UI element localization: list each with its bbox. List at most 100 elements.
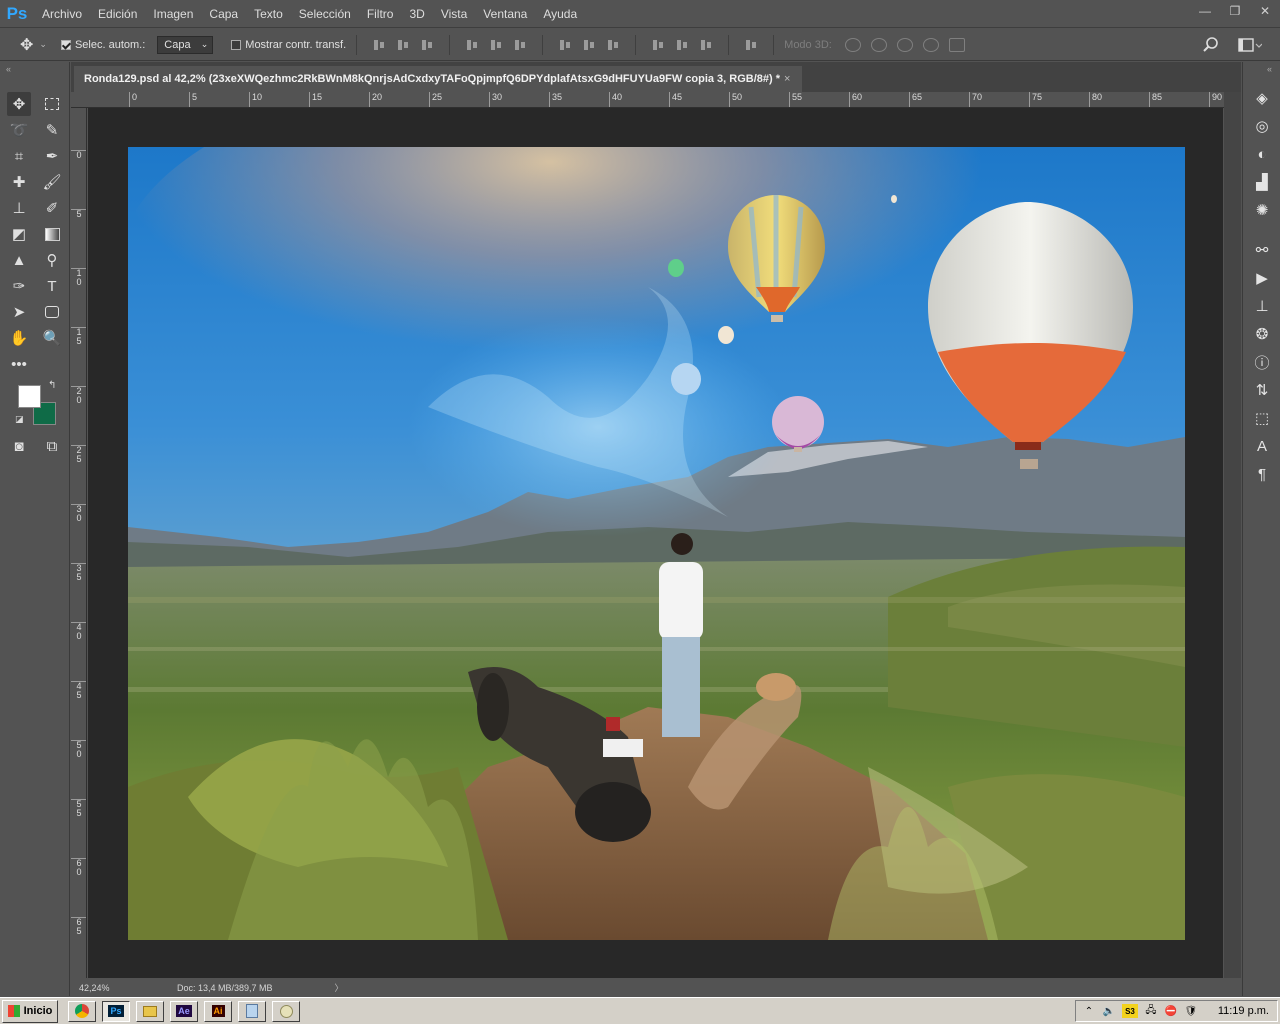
menu-imagen[interactable]: Imagen bbox=[145, 0, 201, 28]
menu-seleccion[interactable]: Selección bbox=[291, 0, 359, 28]
info-panel-icon[interactable]: ⓘ bbox=[1252, 352, 1272, 372]
swap-colors-icon[interactable]: ↰ bbox=[48, 380, 56, 391]
align-bottom-icon[interactable] bbox=[420, 38, 434, 52]
expand-panels-icon[interactable]: « bbox=[1267, 64, 1272, 74]
lasso-tool-icon[interactable]: ➰ bbox=[7, 118, 31, 142]
illustrator-taskbar-button[interactable]: Ai bbox=[204, 1000, 232, 1022]
path-selection-tool-icon[interactable]: ➤ bbox=[7, 300, 31, 324]
gradient-tool-icon[interactable] bbox=[40, 222, 64, 246]
photoshop-taskbar-button[interactable]: Ps bbox=[102, 1000, 130, 1022]
show-transform-checkbox[interactable]: Mostrar contr. transf. bbox=[231, 29, 346, 61]
zoom-level-field[interactable]: 42,24% bbox=[71, 983, 121, 993]
histogram-panel-icon[interactable]: ▟ bbox=[1252, 172, 1272, 192]
adjustments-panel-icon[interactable]: ◐ bbox=[1252, 144, 1272, 164]
move-tool-icon[interactable]: ✥ bbox=[7, 92, 31, 116]
auto-select-target-dropdown[interactable]: Capa ⌄ bbox=[157, 35, 214, 54]
explorer-icon[interactable] bbox=[136, 1000, 164, 1022]
zoom-tool-icon[interactable]: 🔍 bbox=[40, 326, 64, 350]
actions-panel-icon[interactable]: ▶ bbox=[1252, 268, 1272, 288]
auto-select-checkbox[interactable]: Selec. autom.: bbox=[60, 29, 145, 61]
auto-align-icon[interactable] bbox=[744, 38, 758, 52]
foreground-color-swatch[interactable] bbox=[18, 385, 41, 408]
chrome-icon[interactable] bbox=[68, 1000, 96, 1022]
distribute-vcenter-icon[interactable] bbox=[582, 38, 596, 52]
volume-icon[interactable]: 🔈 bbox=[1102, 1004, 1116, 1018]
close-tab-icon[interactable]: × bbox=[784, 66, 790, 92]
status-menu-arrow-icon[interactable]: 〉 bbox=[335, 981, 344, 994]
tray-badge-icon[interactable]: S3 bbox=[1122, 1004, 1138, 1018]
history-panel-icon[interactable]: ⇅ bbox=[1252, 380, 1272, 400]
system-clock[interactable]: 11:19 p.m. bbox=[1218, 1005, 1269, 1017]
menu-filtro[interactable]: Filtro bbox=[359, 0, 402, 28]
rectangle-tool-icon[interactable] bbox=[40, 300, 64, 324]
menu-ayuda[interactable]: Ayuda bbox=[535, 0, 585, 28]
slide-3d-icon[interactable] bbox=[922, 37, 939, 52]
align-right-icon[interactable] bbox=[513, 38, 527, 52]
clone-source-panel-icon[interactable]: ⊥ bbox=[1252, 296, 1272, 316]
scale-3d-icon[interactable] bbox=[948, 37, 965, 52]
more-tools-icon[interactable]: ••• bbox=[7, 352, 31, 376]
roll-3d-icon[interactable] bbox=[870, 37, 887, 52]
paths-panel-icon[interactable]: ⚯ bbox=[1252, 240, 1272, 260]
align-left-icon[interactable] bbox=[465, 38, 479, 52]
align-top-icon[interactable] bbox=[372, 38, 386, 52]
paragraph-panel-icon[interactable]: ¶ bbox=[1252, 464, 1272, 484]
menu-ventana[interactable]: Ventana bbox=[475, 0, 535, 28]
quick-mask-icon[interactable]: ◙ bbox=[7, 434, 31, 458]
channels-panel-icon[interactable]: ❂ bbox=[1252, 324, 1272, 344]
security-alert-icon[interactable]: ⛔ bbox=[1164, 1004, 1178, 1018]
menu-3d[interactable]: 3D bbox=[401, 0, 432, 28]
history-brush-tool-icon[interactable]: ✐ bbox=[40, 196, 64, 220]
type-tool-icon[interactable]: T bbox=[40, 274, 64, 298]
start-button[interactable]: Inicio bbox=[2, 999, 58, 1023]
character-panel-icon[interactable]: A bbox=[1252, 436, 1272, 456]
close-icon[interactable]: ✕ bbox=[1250, 0, 1280, 22]
dodge-tool-icon[interactable]: ⚲ bbox=[40, 248, 64, 272]
vertical-scrollbar[interactable] bbox=[1224, 92, 1241, 978]
minimize-icon[interactable]: — bbox=[1190, 0, 1220, 22]
healing-brush-tool-icon[interactable]: ✚ bbox=[7, 170, 31, 194]
document-canvas[interactable] bbox=[128, 147, 1185, 940]
align-vcenter-icon[interactable] bbox=[396, 38, 410, 52]
3d-panel-icon[interactable]: ⬚ bbox=[1252, 408, 1272, 428]
layers-panel-icon[interactable]: ◈ bbox=[1252, 88, 1272, 108]
eyedropper-tool-icon[interactable]: ✒ bbox=[40, 144, 64, 168]
network-icon[interactable]: 🖧 bbox=[1144, 1004, 1158, 1018]
tray-expand-icon[interactable]: ⌃ bbox=[1082, 1004, 1096, 1018]
navigator-panel-icon[interactable]: ✺ bbox=[1252, 200, 1272, 220]
hand-tool-icon[interactable]: ✋ bbox=[7, 326, 31, 350]
quick-selection-tool-icon[interactable]: ✎ bbox=[40, 118, 64, 142]
marquee-tool-icon[interactable] bbox=[40, 92, 64, 116]
document-tab[interactable]: Ronda129.psd al 42,2% (23xeXWQezhmc2RkBW… bbox=[74, 66, 802, 92]
workspace-switcher-icon[interactable] bbox=[1238, 29, 1262, 61]
screen-mode-icon[interactable]: ⧉ bbox=[40, 434, 64, 458]
after-effects-taskbar-button[interactable]: Ae bbox=[170, 1000, 198, 1022]
menu-edicion[interactable]: Edición bbox=[90, 0, 145, 28]
menu-archivo[interactable]: Archivo bbox=[34, 0, 90, 28]
menu-capa[interactable]: Capa bbox=[201, 0, 246, 28]
move-tool-preset[interactable]: ✥ ⌄ bbox=[20, 29, 47, 61]
brush-tool-icon[interactable]: 🖌 bbox=[40, 170, 64, 194]
distribute-top-icon[interactable] bbox=[558, 38, 572, 52]
restore-icon[interactable]: ❐ bbox=[1220, 0, 1250, 22]
distribute-hcenter-icon[interactable] bbox=[675, 38, 689, 52]
clone-stamp-tool-icon[interactable]: ⊥ bbox=[7, 196, 31, 220]
blur-tool-icon[interactable]: ▲ bbox=[7, 248, 31, 272]
menu-texto[interactable]: Texto bbox=[246, 0, 291, 28]
distribute-bottom-icon[interactable] bbox=[606, 38, 620, 52]
pen-tool-icon[interactable]: ✑ bbox=[7, 274, 31, 298]
notepad-icon[interactable] bbox=[238, 1000, 266, 1022]
menu-vista[interactable]: Vista bbox=[433, 0, 475, 28]
default-colors-icon[interactable]: ◪ bbox=[15, 414, 24, 425]
search-icon[interactable] bbox=[1203, 29, 1219, 61]
align-hcenter-icon[interactable] bbox=[489, 38, 503, 52]
collapse-arrows-icon[interactable]: « bbox=[6, 64, 11, 74]
crop-tool-icon[interactable]: ⌗ bbox=[7, 144, 31, 168]
libraries-panel-icon[interactable]: ◎ bbox=[1252, 116, 1272, 136]
eraser-tool-icon[interactable]: ◩ bbox=[7, 222, 31, 246]
orbit-3d-icon[interactable] bbox=[844, 37, 861, 52]
distribute-right-icon[interactable] bbox=[699, 38, 713, 52]
pan-3d-icon[interactable] bbox=[896, 37, 913, 52]
shield-icon[interactable]: 🛡 bbox=[1184, 1004, 1198, 1018]
paint-icon[interactable] bbox=[272, 1000, 300, 1022]
